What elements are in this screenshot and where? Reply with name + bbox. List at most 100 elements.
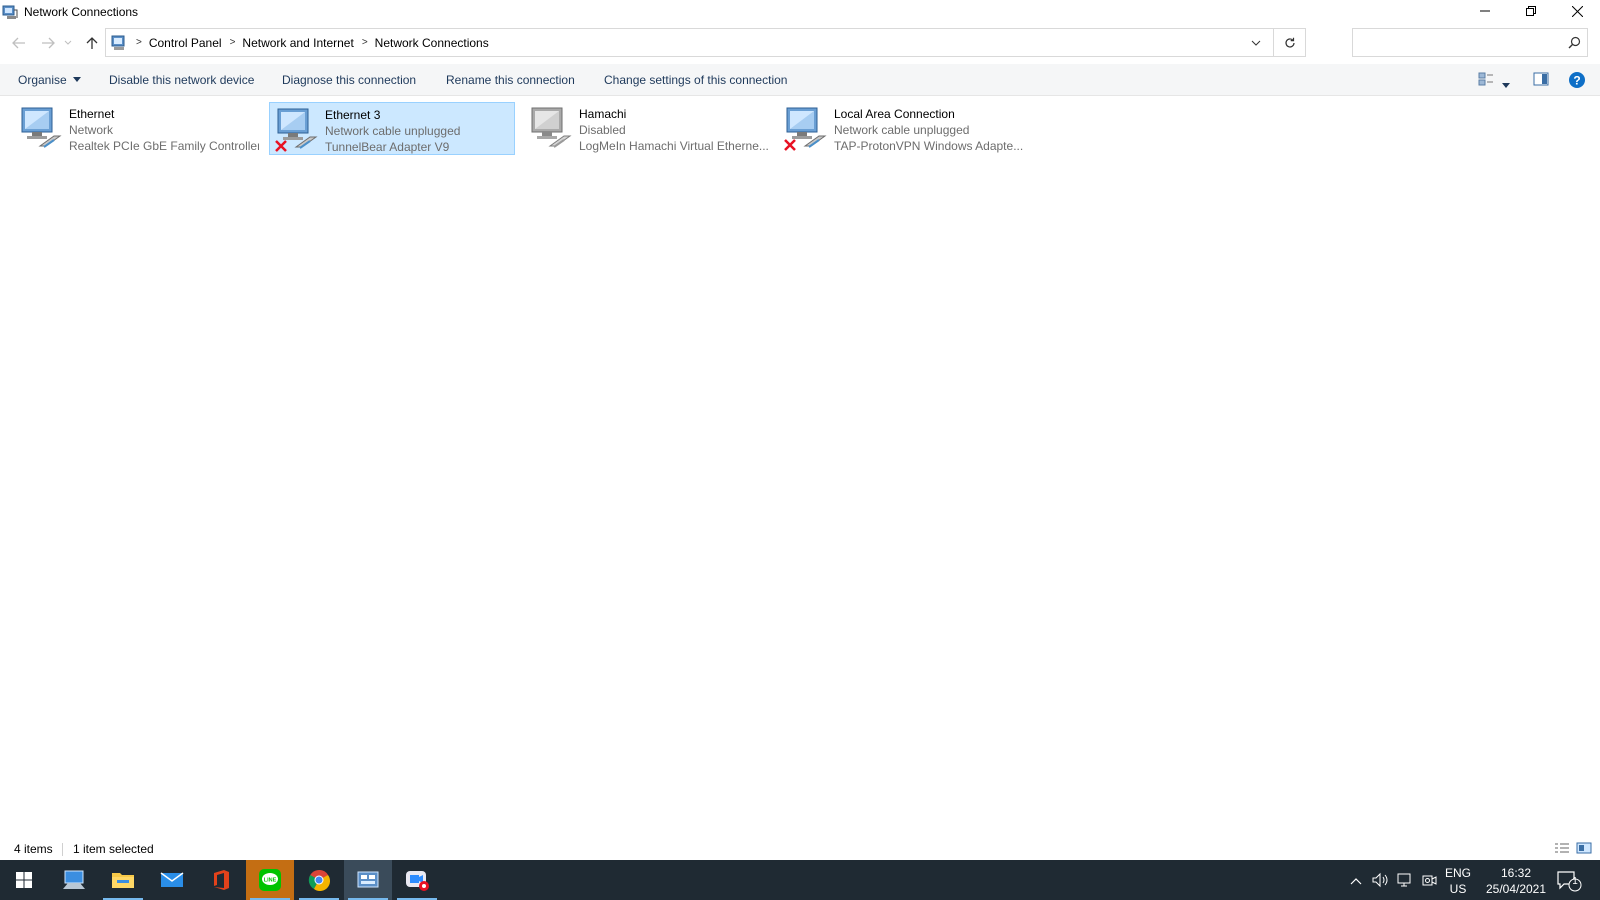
search-input[interactable] xyxy=(1352,28,1588,57)
organise-menu-button[interactable]: Organise xyxy=(18,73,81,87)
taskbar-line[interactable]: LINE xyxy=(246,860,294,900)
disconnected-x-icon xyxy=(784,139,796,151)
minimize-button[interactable] xyxy=(1462,0,1508,22)
clock[interactable]: 16:32 25/04/2021 xyxy=(1480,865,1552,897)
address-history-dropdown[interactable] xyxy=(1241,29,1271,56)
taskbar-remote-desktop[interactable] xyxy=(50,860,98,900)
network-adapter-icon xyxy=(21,107,62,148)
connection-item-hamachi[interactable]: Hamachi Disabled LogMeIn Hamachi Virtual… xyxy=(524,102,770,155)
network-connections-app-icon xyxy=(2,4,18,20)
keyboard-layout: US xyxy=(1449,882,1467,896)
action-center-button[interactable]: 1 xyxy=(1556,870,1582,895)
clock-date: 25/04/2021 xyxy=(1485,882,1547,896)
show-hidden-icons-button[interactable] xyxy=(1350,874,1362,888)
status-bar: 4 items 1 item selected xyxy=(0,838,1600,860)
svg-text:?: ? xyxy=(1573,74,1580,88)
chevron-right-icon: > xyxy=(136,37,142,48)
help-button[interactable]: ? xyxy=(1568,71,1586,92)
language-indicator[interactable]: ENG US xyxy=(1442,865,1474,897)
connection-adapter: TunnelBear Adapter V9 xyxy=(325,140,450,154)
dropdown-arrow-icon xyxy=(72,77,81,82)
remote-desktop-icon xyxy=(63,870,85,889)
restore-icon xyxy=(1526,6,1536,16)
connection-adapter: TAP-ProtonVPN Windows Adapte... xyxy=(834,139,1024,153)
details-view-icon xyxy=(1555,843,1569,853)
address-row: > Control Panel > Network and Internet >… xyxy=(0,27,1600,59)
connection-name: Hamachi xyxy=(579,107,627,121)
up-button[interactable] xyxy=(82,33,102,53)
refresh-button[interactable] xyxy=(1273,29,1305,56)
minimize-icon xyxy=(1480,10,1490,12)
preview-pane-icon xyxy=(1533,72,1549,86)
chevron-up-icon xyxy=(1350,878,1362,885)
recent-locations-button[interactable] xyxy=(62,33,74,53)
diagnose-button[interactable]: Diagnose this connection xyxy=(282,73,416,87)
item-count: 4 items xyxy=(14,842,53,856)
clock-time: 16:32 xyxy=(1500,866,1532,880)
connection-name: Ethernet xyxy=(69,107,115,121)
organise-label: Organise xyxy=(18,73,67,87)
large-icons-view-button[interactable] xyxy=(1576,842,1592,857)
taskbar-zoom[interactable] xyxy=(393,860,441,900)
connection-status: Network cable unplugged xyxy=(834,123,970,137)
forward-button[interactable] xyxy=(38,33,58,53)
connection-status: Network xyxy=(69,123,114,137)
chevron-right-icon[interactable]: > xyxy=(362,37,368,48)
breadcrumb-network-connections[interactable]: Network Connections xyxy=(375,36,489,50)
window-title: Network Connections xyxy=(24,5,139,19)
chevron-right-icon[interactable]: > xyxy=(230,37,236,48)
help-icon: ? xyxy=(1569,72,1585,88)
volume-button[interactable] xyxy=(1372,872,1388,891)
status-divider xyxy=(62,843,63,856)
back-arrow-icon xyxy=(12,37,25,49)
mail-icon xyxy=(160,872,184,887)
close-button[interactable] xyxy=(1554,0,1600,22)
disconnected-x-icon xyxy=(275,140,287,152)
change-settings-button[interactable]: Change settings of this connection xyxy=(604,73,787,87)
address-bar[interactable]: > Control Panel > Network and Internet >… xyxy=(105,28,1306,57)
breadcrumb-control-panel[interactable]: Control Panel xyxy=(149,36,222,50)
rename-button[interactable]: Rename this connection xyxy=(446,73,575,87)
chevron-down-icon xyxy=(1251,40,1261,46)
command-bar: Organise Disable this network device Dia… xyxy=(0,64,1600,96)
restore-button[interactable] xyxy=(1508,0,1554,22)
change-view-button[interactable] xyxy=(1478,71,1494,90)
windows-start-icon xyxy=(16,872,32,888)
control-panel-icon xyxy=(357,871,379,888)
connection-item-local-area-connection[interactable]: Local Area Connection Network cable unpl… xyxy=(779,102,1025,155)
title-bar: Network Connections xyxy=(0,0,1600,24)
large-icons-view-icon xyxy=(1576,842,1592,854)
start-button[interactable] xyxy=(0,860,48,900)
network-tray-icon xyxy=(1397,873,1411,887)
speaker-icon xyxy=(1372,872,1388,888)
details-view-button[interactable] xyxy=(1554,842,1570,857)
connection-adapter: LogMeIn Hamachi Virtual Etherne... xyxy=(579,139,769,153)
disable-device-button[interactable]: Disable this network device xyxy=(109,73,254,87)
office-icon xyxy=(214,870,229,890)
taskbar-control-panel[interactable] xyxy=(344,860,392,900)
taskbar-file-explorer[interactable] xyxy=(99,860,147,900)
network-adapter-icon xyxy=(275,108,318,152)
taskbar-mail[interactable] xyxy=(148,860,196,900)
breadcrumb-network-and-internet[interactable]: Network and Internet xyxy=(242,36,353,50)
meet-now-icon xyxy=(1422,875,1437,886)
taskbar: LINE ENG US 16:32 25/04/2021 1 xyxy=(0,860,1600,900)
chevron-down-icon xyxy=(64,40,72,45)
dropdown-arrow-icon xyxy=(1502,83,1510,88)
connection-item-ethernet-3[interactable]: Ethernet 3 Network cable unplugged Tunne… xyxy=(269,102,515,155)
connection-status: Disabled xyxy=(579,123,626,137)
preview-pane-button[interactable] xyxy=(1533,71,1549,90)
network-adapter-icon xyxy=(784,107,827,151)
connection-status: Network cable unplugged xyxy=(325,124,461,138)
view-dropdown-button[interactable] xyxy=(1502,77,1510,91)
network-tray-button[interactable] xyxy=(1397,872,1413,891)
selection-count: 1 item selected xyxy=(73,842,154,856)
connections-list: Ethernet Network Realtek PCIe GbE Family… xyxy=(0,97,1600,837)
taskbar-office[interactable] xyxy=(197,860,245,900)
meet-now-button[interactable] xyxy=(1421,872,1437,891)
forward-arrow-icon xyxy=(42,37,55,49)
connection-item-ethernet[interactable]: Ethernet Network Realtek PCIe GbE Family… xyxy=(14,102,260,155)
back-button[interactable] xyxy=(9,33,29,53)
taskbar-chrome[interactable] xyxy=(295,860,343,900)
zoom-icon xyxy=(406,871,429,891)
